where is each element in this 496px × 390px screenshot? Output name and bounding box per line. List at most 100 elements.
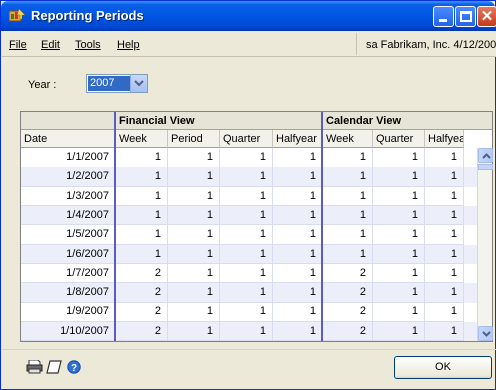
col-date-cell[interactable]: 1/5/2007 — [21, 225, 116, 245]
table-row[interactable]: 1/4/2007 1 1 1 1 1 1 1 — [21, 205, 479, 226]
col-fin-period-cell[interactable]: 1 — [168, 225, 220, 245]
col-cal-week-cell[interactable]: 2 — [323, 302, 373, 322]
col-cal-halfyear-cell[interactable]: 1 — [425, 148, 464, 168]
col-fin-halfyear-cell[interactable]: 1 — [273, 167, 323, 187]
grid-scrollbar[interactable] — [477, 148, 493, 341]
col-date-cell[interactable]: 1/6/2007 — [21, 244, 116, 264]
col-cal-quarter-cell[interactable]: 1 — [373, 302, 425, 322]
scroll-thumb[interactable] — [478, 164, 493, 170]
col-cal-week-cell[interactable]: 2 — [323, 321, 373, 342]
col-cal-quarter-cell[interactable]: 1 — [373, 244, 425, 264]
col-fin-halfyear-cell[interactable]: 1 — [273, 302, 323, 322]
col-fin-week-cell[interactable]: 2 — [116, 283, 168, 303]
col-cal-week-cell[interactable]: 2 — [323, 263, 373, 284]
col-date-cell[interactable]: 1/4/2007 — [21, 205, 116, 226]
col-cal-halfyear-cell[interactable]: 1 — [425, 283, 464, 303]
col-fin-period-cell[interactable]: 1 — [168, 186, 220, 207]
col-cal-week-header[interactable]: Week — [323, 130, 373, 148]
col-cal-halfyear-cell[interactable]: 1 — [425, 302, 464, 322]
printer-icon[interactable] — [26, 360, 43, 374]
col-fin-quarter-cell[interactable]: 1 — [220, 225, 273, 245]
table-row[interactable]: 1/1/2007 1 1 1 1 1 1 1 — [21, 148, 479, 168]
col-fin-period-cell[interactable]: 1 — [168, 148, 220, 168]
maximize-button[interactable] — [455, 6, 476, 27]
col-fin-quarter-cell[interactable]: 1 — [220, 263, 273, 284]
close-button[interactable]: ✕ — [477, 6, 496, 27]
col-fin-period-cell[interactable]: 1 — [168, 244, 220, 264]
note-icon[interactable] — [46, 360, 62, 374]
col-fin-week-cell[interactable]: 1 — [116, 186, 168, 207]
col-fin-quarter-cell[interactable]: 1 — [220, 186, 273, 207]
col-fin-halfyear-cell[interactable]: 1 — [273, 186, 323, 207]
col-fin-quarter-cell[interactable]: 1 — [220, 167, 273, 187]
col-fin-week-cell[interactable]: 2 — [116, 263, 168, 284]
col-fin-period-cell[interactable]: 1 — [168, 205, 220, 226]
scroll-down-button[interactable] — [478, 326, 493, 341]
table-row[interactable]: 1/8/2007 2 1 1 1 2 1 1 — [21, 283, 479, 303]
col-cal-quarter-cell[interactable]: 1 — [373, 167, 425, 187]
col-fin-halfyear-cell[interactable]: 1 — [273, 263, 323, 284]
col-fin-week-cell[interactable]: 2 — [116, 321, 168, 342]
col-cal-week-cell[interactable]: 2 — [323, 283, 373, 303]
ok-button[interactable]: OK — [394, 356, 492, 379]
col-fin-week-cell[interactable]: 1 — [116, 225, 168, 245]
col-date-cell[interactable]: 1/9/2007 — [21, 302, 116, 322]
col-date-header[interactable]: Date — [21, 130, 116, 148]
col-cal-week-cell[interactable]: 1 — [323, 186, 373, 207]
col-fin-halfyear-cell[interactable]: 1 — [273, 321, 323, 342]
col-cal-week-cell[interactable]: 1 — [323, 167, 373, 187]
col-cal-quarter-cell[interactable]: 1 — [373, 148, 425, 168]
col-fin-quarter-cell[interactable]: 1 — [220, 244, 273, 264]
table-row[interactable]: 1/7/2007 2 1 1 1 2 1 1 — [21, 263, 479, 284]
year-dropdown[interactable]: 2007 — [86, 74, 148, 93]
col-fin-halfyear-header[interactable]: Halfyear — [273, 130, 323, 148]
col-cal-halfyear-cell[interactable]: 1 — [425, 263, 464, 284]
col-fin-halfyear-cell[interactable]: 1 — [273, 283, 323, 303]
col-cal-halfyear-cell[interactable]: 1 — [425, 186, 464, 207]
menu-file[interactable]: File — [9, 39, 27, 51]
col-cal-quarter-cell[interactable]: 1 — [373, 283, 425, 303]
col-fin-period-cell[interactable]: 1 — [168, 283, 220, 303]
col-cal-halfyear-cell[interactable]: 1 — [425, 225, 464, 245]
col-fin-period-header[interactable]: Period — [168, 130, 220, 148]
scroll-up-button[interactable] — [478, 148, 493, 163]
col-fin-period-cell[interactable]: 1 — [168, 263, 220, 284]
col-fin-week-cell[interactable]: 1 — [116, 244, 168, 264]
col-date-cell[interactable]: 1/1/2007 — [21, 148, 116, 168]
col-fin-week-cell[interactable]: 1 — [116, 205, 168, 226]
col-fin-quarter-cell[interactable]: 1 — [220, 205, 273, 226]
table-row[interactable]: 1/10/2007 2 1 1 1 2 1 1 — [21, 321, 479, 342]
col-fin-halfyear-cell[interactable]: 1 — [273, 148, 323, 168]
col-fin-week-cell[interactable]: 1 — [116, 167, 168, 187]
menu-tools[interactable]: Tools — [75, 39, 101, 51]
col-fin-halfyear-cell[interactable]: 1 — [273, 225, 323, 245]
col-fin-quarter-cell[interactable]: 1 — [220, 321, 273, 342]
col-cal-halfyear-cell[interactable]: 1 — [425, 205, 464, 226]
col-cal-halfyear-cell[interactable]: 1 — [425, 321, 464, 342]
col-fin-period-cell[interactable]: 1 — [168, 302, 220, 322]
col-date-cell[interactable]: 1/3/2007 — [21, 186, 116, 207]
table-row[interactable]: 1/6/2007 1 1 1 1 1 1 1 — [21, 244, 479, 264]
minimize-button[interactable] — [433, 6, 454, 27]
col-cal-week-cell[interactable]: 1 — [323, 148, 373, 168]
col-cal-week-cell[interactable]: 1 — [323, 225, 373, 245]
col-date-cell[interactable]: 1/2/2007 — [21, 167, 116, 187]
col-cal-week-cell[interactable]: 1 — [323, 205, 373, 226]
col-cal-week-cell[interactable]: 1 — [323, 244, 373, 264]
col-fin-quarter-cell[interactable]: 1 — [220, 148, 273, 168]
col-fin-quarter-cell[interactable]: 1 — [220, 283, 273, 303]
table-row[interactable]: 1/5/2007 1 1 1 1 1 1 1 — [21, 225, 479, 245]
table-row[interactable]: 1/9/2007 2 1 1 1 2 1 1 — [21, 302, 479, 322]
col-cal-quarter-cell[interactable]: 1 — [373, 186, 425, 207]
col-cal-quarter-cell[interactable]: 1 — [373, 205, 425, 226]
col-cal-quarter-cell[interactable]: 1 — [373, 321, 425, 342]
col-cal-halfyear-header[interactable]: Halfyear — [425, 130, 464, 148]
col-fin-week-cell[interactable]: 1 — [116, 148, 168, 168]
col-date-cell[interactable]: 1/10/2007 — [21, 321, 116, 342]
col-fin-halfyear-cell[interactable]: 1 — [273, 205, 323, 226]
col-fin-halfyear-cell[interactable]: 1 — [273, 244, 323, 264]
col-fin-quarter-header[interactable]: Quarter — [220, 130, 273, 148]
col-fin-period-cell[interactable]: 1 — [168, 167, 220, 187]
col-fin-quarter-cell[interactable]: 1 — [220, 302, 273, 322]
table-row[interactable]: 1/3/2007 1 1 1 1 1 1 1 — [21, 186, 479, 207]
